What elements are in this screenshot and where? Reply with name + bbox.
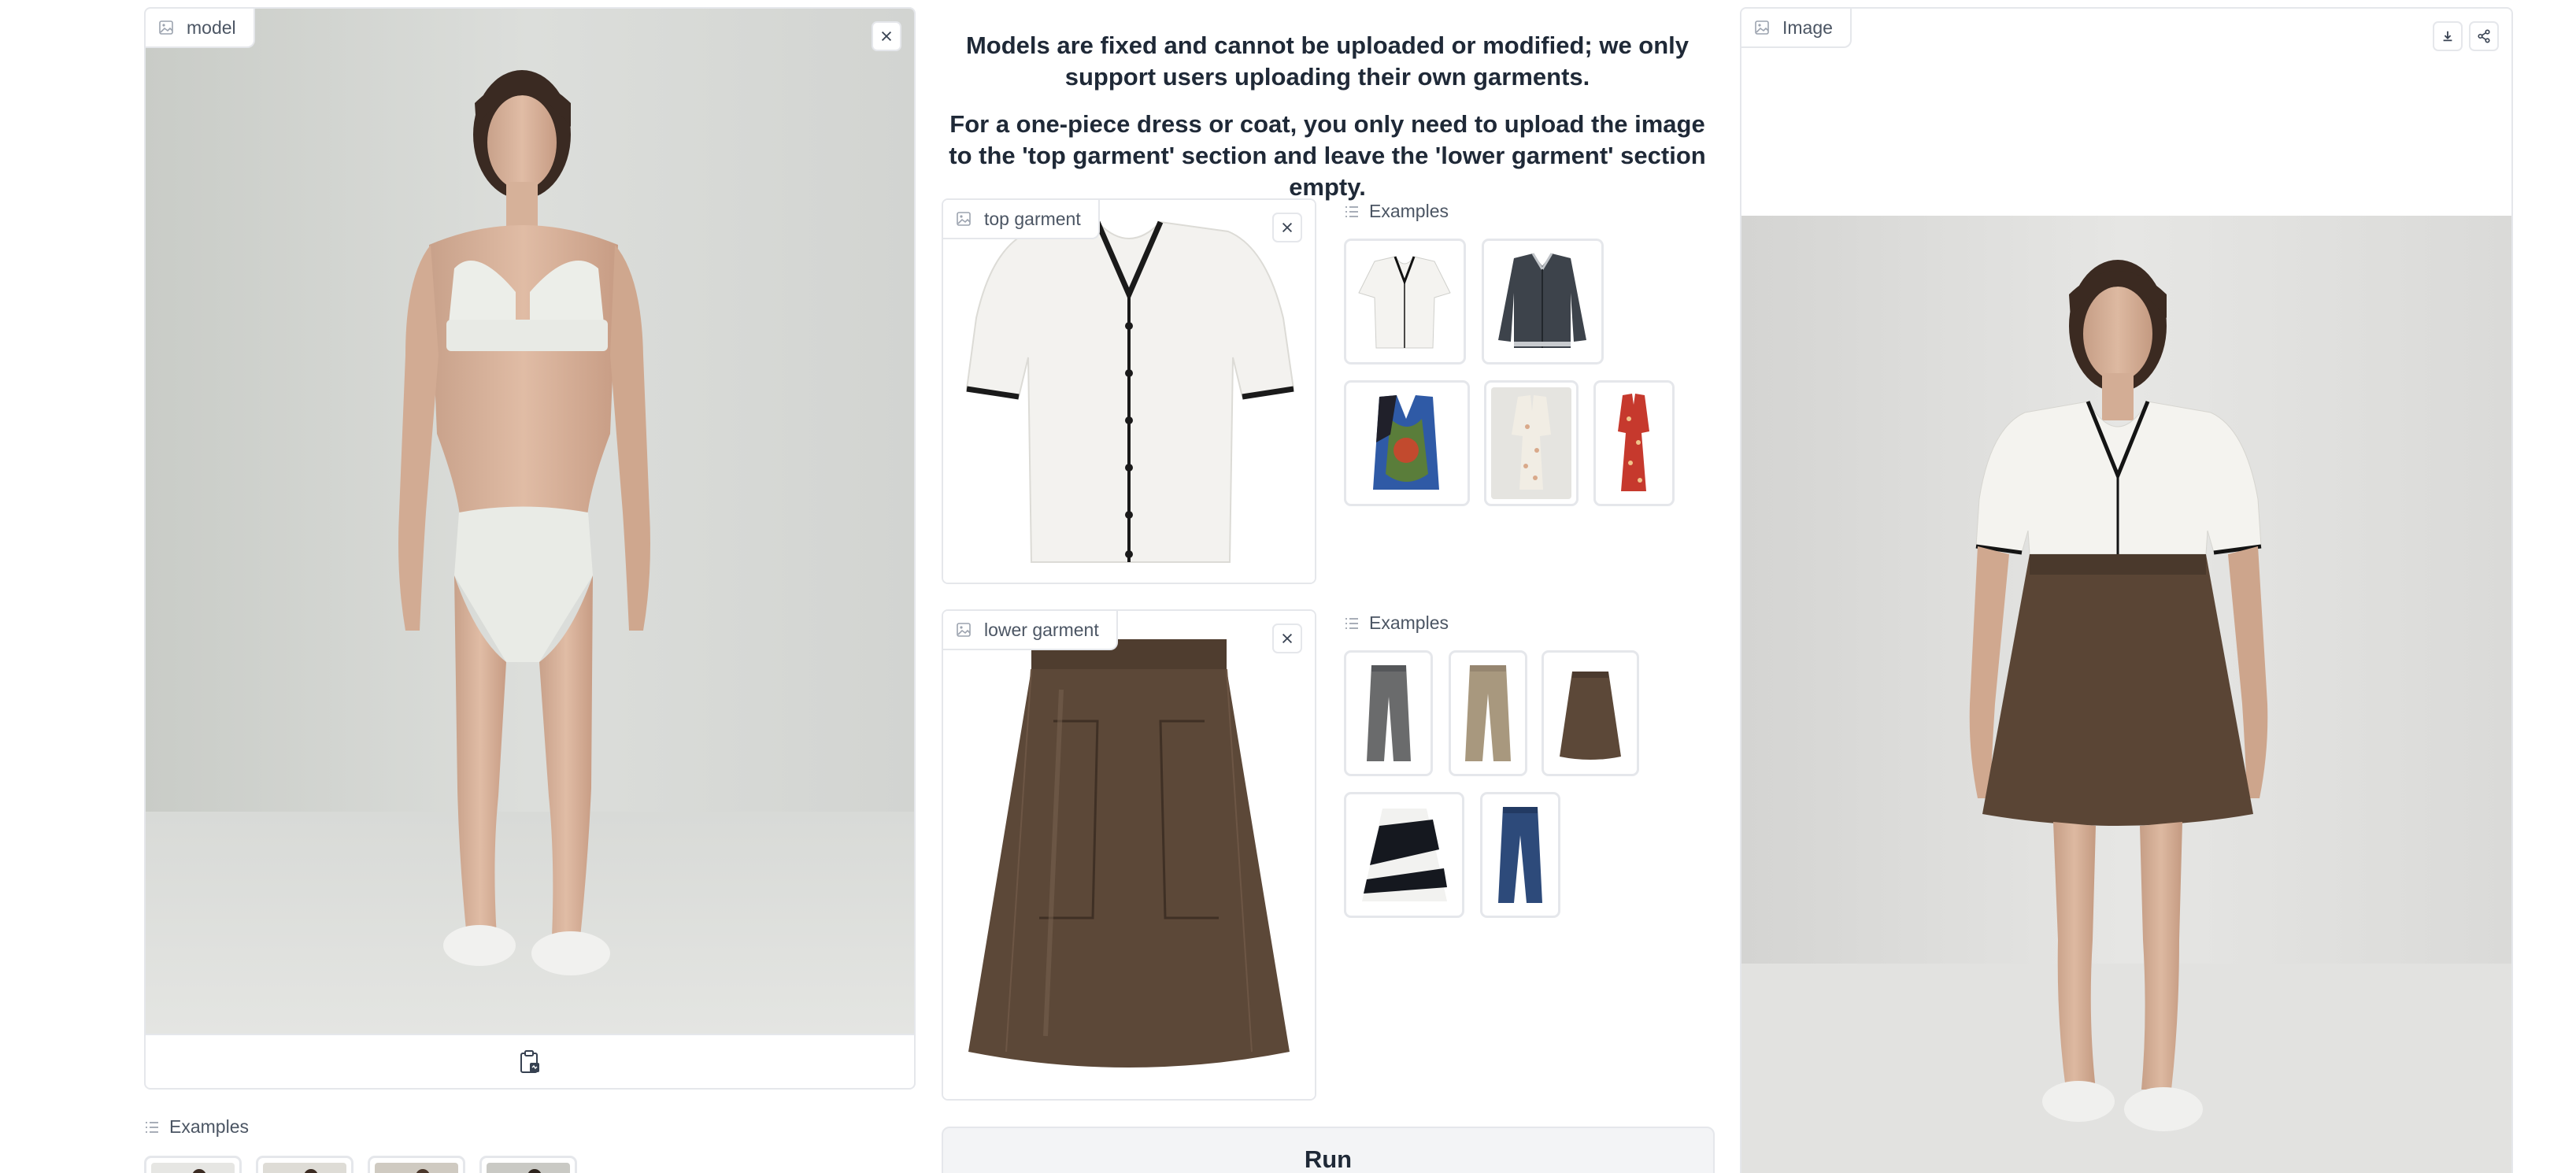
lower-example-blue-jeans[interactable] — [1480, 792, 1560, 918]
share-icon — [2478, 29, 2490, 43]
top-example-grey-polo[interactable] — [1482, 239, 1604, 364]
model-example-2[interactable] — [256, 1156, 353, 1173]
lower-garment-label: lower garment — [984, 619, 1099, 640]
top-garment-label-chip: top garment — [943, 200, 1100, 239]
top-example-floral-dress[interactable] — [1484, 380, 1579, 506]
image-icon — [956, 622, 972, 638]
lower-example-grey-trousers[interactable] — [1344, 650, 1433, 776]
top-example-red-floral-dress[interactable] — [1593, 380, 1675, 506]
model-panel: model — [144, 7, 916, 1090]
notice-line-1: Models are fixed and cannot be uploaded … — [965, 31, 1690, 91]
top-example-patterned-vest[interactable] — [1344, 380, 1470, 506]
lower-examples-label: Examples — [1344, 612, 1449, 634]
model-label: model — [187, 17, 236, 38]
clear-top-garment-button[interactable] — [1272, 213, 1302, 242]
paste-from-clipboard-button[interactable] — [146, 1034, 914, 1088]
clear-lower-garment-button[interactable] — [1272, 624, 1302, 653]
image-icon — [1754, 20, 1770, 35]
download-icon — [2443, 31, 2452, 42]
image-icon — [158, 20, 174, 35]
model-example-3[interactable] — [368, 1156, 465, 1173]
lower-example-khaki-trousers[interactable] — [1449, 650, 1527, 776]
lower-examples-text: Examples — [1369, 612, 1449, 633]
notice-line-2: For a one-piece dress or coat, you only … — [949, 110, 1706, 201]
lower-example-leather-skirt[interactable] — [1542, 650, 1639, 776]
output-image-panel: Image — [1740, 7, 2513, 1173]
top-examples-text: Examples — [1369, 201, 1449, 221]
lower-garment-label-chip: lower garment — [943, 611, 1118, 650]
close-icon — [1280, 631, 1294, 646]
model-image — [146, 9, 914, 1034]
lower-example-striped-skirt[interactable] — [1344, 792, 1464, 918]
top-examples-label: Examples — [1344, 201, 1449, 222]
lower-garment-panel: lower garment — [942, 609, 1316, 1101]
list-icon — [144, 1119, 160, 1135]
list-icon — [1344, 616, 1360, 631]
top-garment-image — [943, 200, 1315, 583]
run-button[interactable]: Run — [942, 1127, 1715, 1173]
close-icon — [1280, 220, 1294, 235]
top-garment-panel: top garment — [942, 198, 1316, 584]
top-example-white-blouse[interactable] — [1344, 239, 1466, 364]
model-examples-text: Examples — [169, 1116, 249, 1137]
clear-model-button[interactable] — [872, 21, 901, 51]
output-label: Image — [1782, 17, 1833, 38]
output-label-chip: Image — [1741, 9, 1852, 48]
clipboard-icon — [520, 1049, 539, 1073]
download-button[interactable] — [2433, 21, 2463, 51]
share-button[interactable] — [2469, 21, 2499, 51]
lower-garment-image — [943, 611, 1315, 1099]
model-example-4[interactable] — [479, 1156, 577, 1173]
close-icon — [879, 29, 894, 43]
model-examples-label: Examples — [144, 1116, 249, 1138]
model-example-1[interactable] — [144, 1156, 242, 1173]
output-image — [1741, 216, 2511, 1173]
model-label-chip: model — [146, 9, 255, 48]
list-icon — [1344, 204, 1360, 220]
image-icon — [956, 211, 972, 227]
top-garment-label: top garment — [984, 208, 1081, 229]
